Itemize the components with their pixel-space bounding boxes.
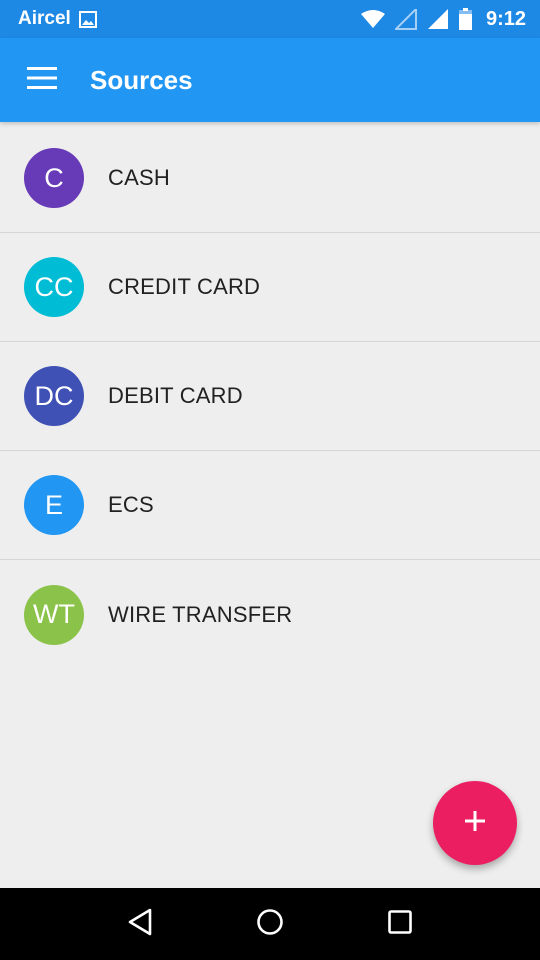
menu-button[interactable] xyxy=(0,38,84,122)
page-title: Sources xyxy=(90,64,193,95)
source-label: DEBIT CARD xyxy=(108,383,243,408)
navigation-bar xyxy=(0,888,540,960)
source-label: CREDIT CARD xyxy=(108,274,261,299)
source-list-item[interactable]: C CASH xyxy=(0,124,540,233)
recents-button[interactable] xyxy=(365,894,435,954)
home-button[interactable] xyxy=(235,894,305,954)
add-source-button[interactable] xyxy=(433,781,517,865)
source-list-item[interactable]: WT WIRE TRANSFER xyxy=(0,560,540,669)
source-avatar: E xyxy=(24,475,84,535)
source-label: WIRE TRANSFER xyxy=(108,601,293,627)
screen: Aircel 9:12 Sources C CASH CC CREDIT CAR… xyxy=(0,0,540,960)
back-button[interactable] xyxy=(105,894,175,954)
signal-full-icon xyxy=(427,8,449,30)
source-list-item[interactable]: E ECS xyxy=(0,451,540,560)
wifi-icon xyxy=(360,9,385,29)
clock: 9:12 xyxy=(485,7,526,30)
source-label: CASH xyxy=(108,165,170,190)
source-avatar: WT xyxy=(24,584,84,645)
plus-icon xyxy=(463,809,487,838)
recents-icon xyxy=(386,908,414,941)
home-icon xyxy=(255,907,285,942)
status-left: Aircel xyxy=(18,8,361,30)
source-list-item[interactable]: DC DEBIT CARD xyxy=(0,342,540,451)
signal-empty-icon xyxy=(394,8,417,30)
source-avatar: DC xyxy=(24,366,84,426)
back-icon xyxy=(126,907,154,942)
status-bar: Aircel 9:12 xyxy=(0,0,540,38)
source-list-item[interactable]: CC CREDIT CARD xyxy=(0,233,540,342)
app-bar: Sources xyxy=(0,38,540,122)
source-avatar: C xyxy=(24,148,84,208)
source-list: C CASH CC CREDIT CARD DC DEBIT CARD E ECS WT WIRE… xyxy=(0,124,540,669)
battery-icon xyxy=(458,8,472,30)
status-right: 9:12 xyxy=(360,7,526,31)
hamburger-menu-icon xyxy=(27,66,57,94)
carrier-name: Aircel xyxy=(18,8,71,29)
source-avatar: CC xyxy=(24,257,84,317)
source-label: ECS xyxy=(108,492,154,517)
image-icon xyxy=(78,10,97,28)
